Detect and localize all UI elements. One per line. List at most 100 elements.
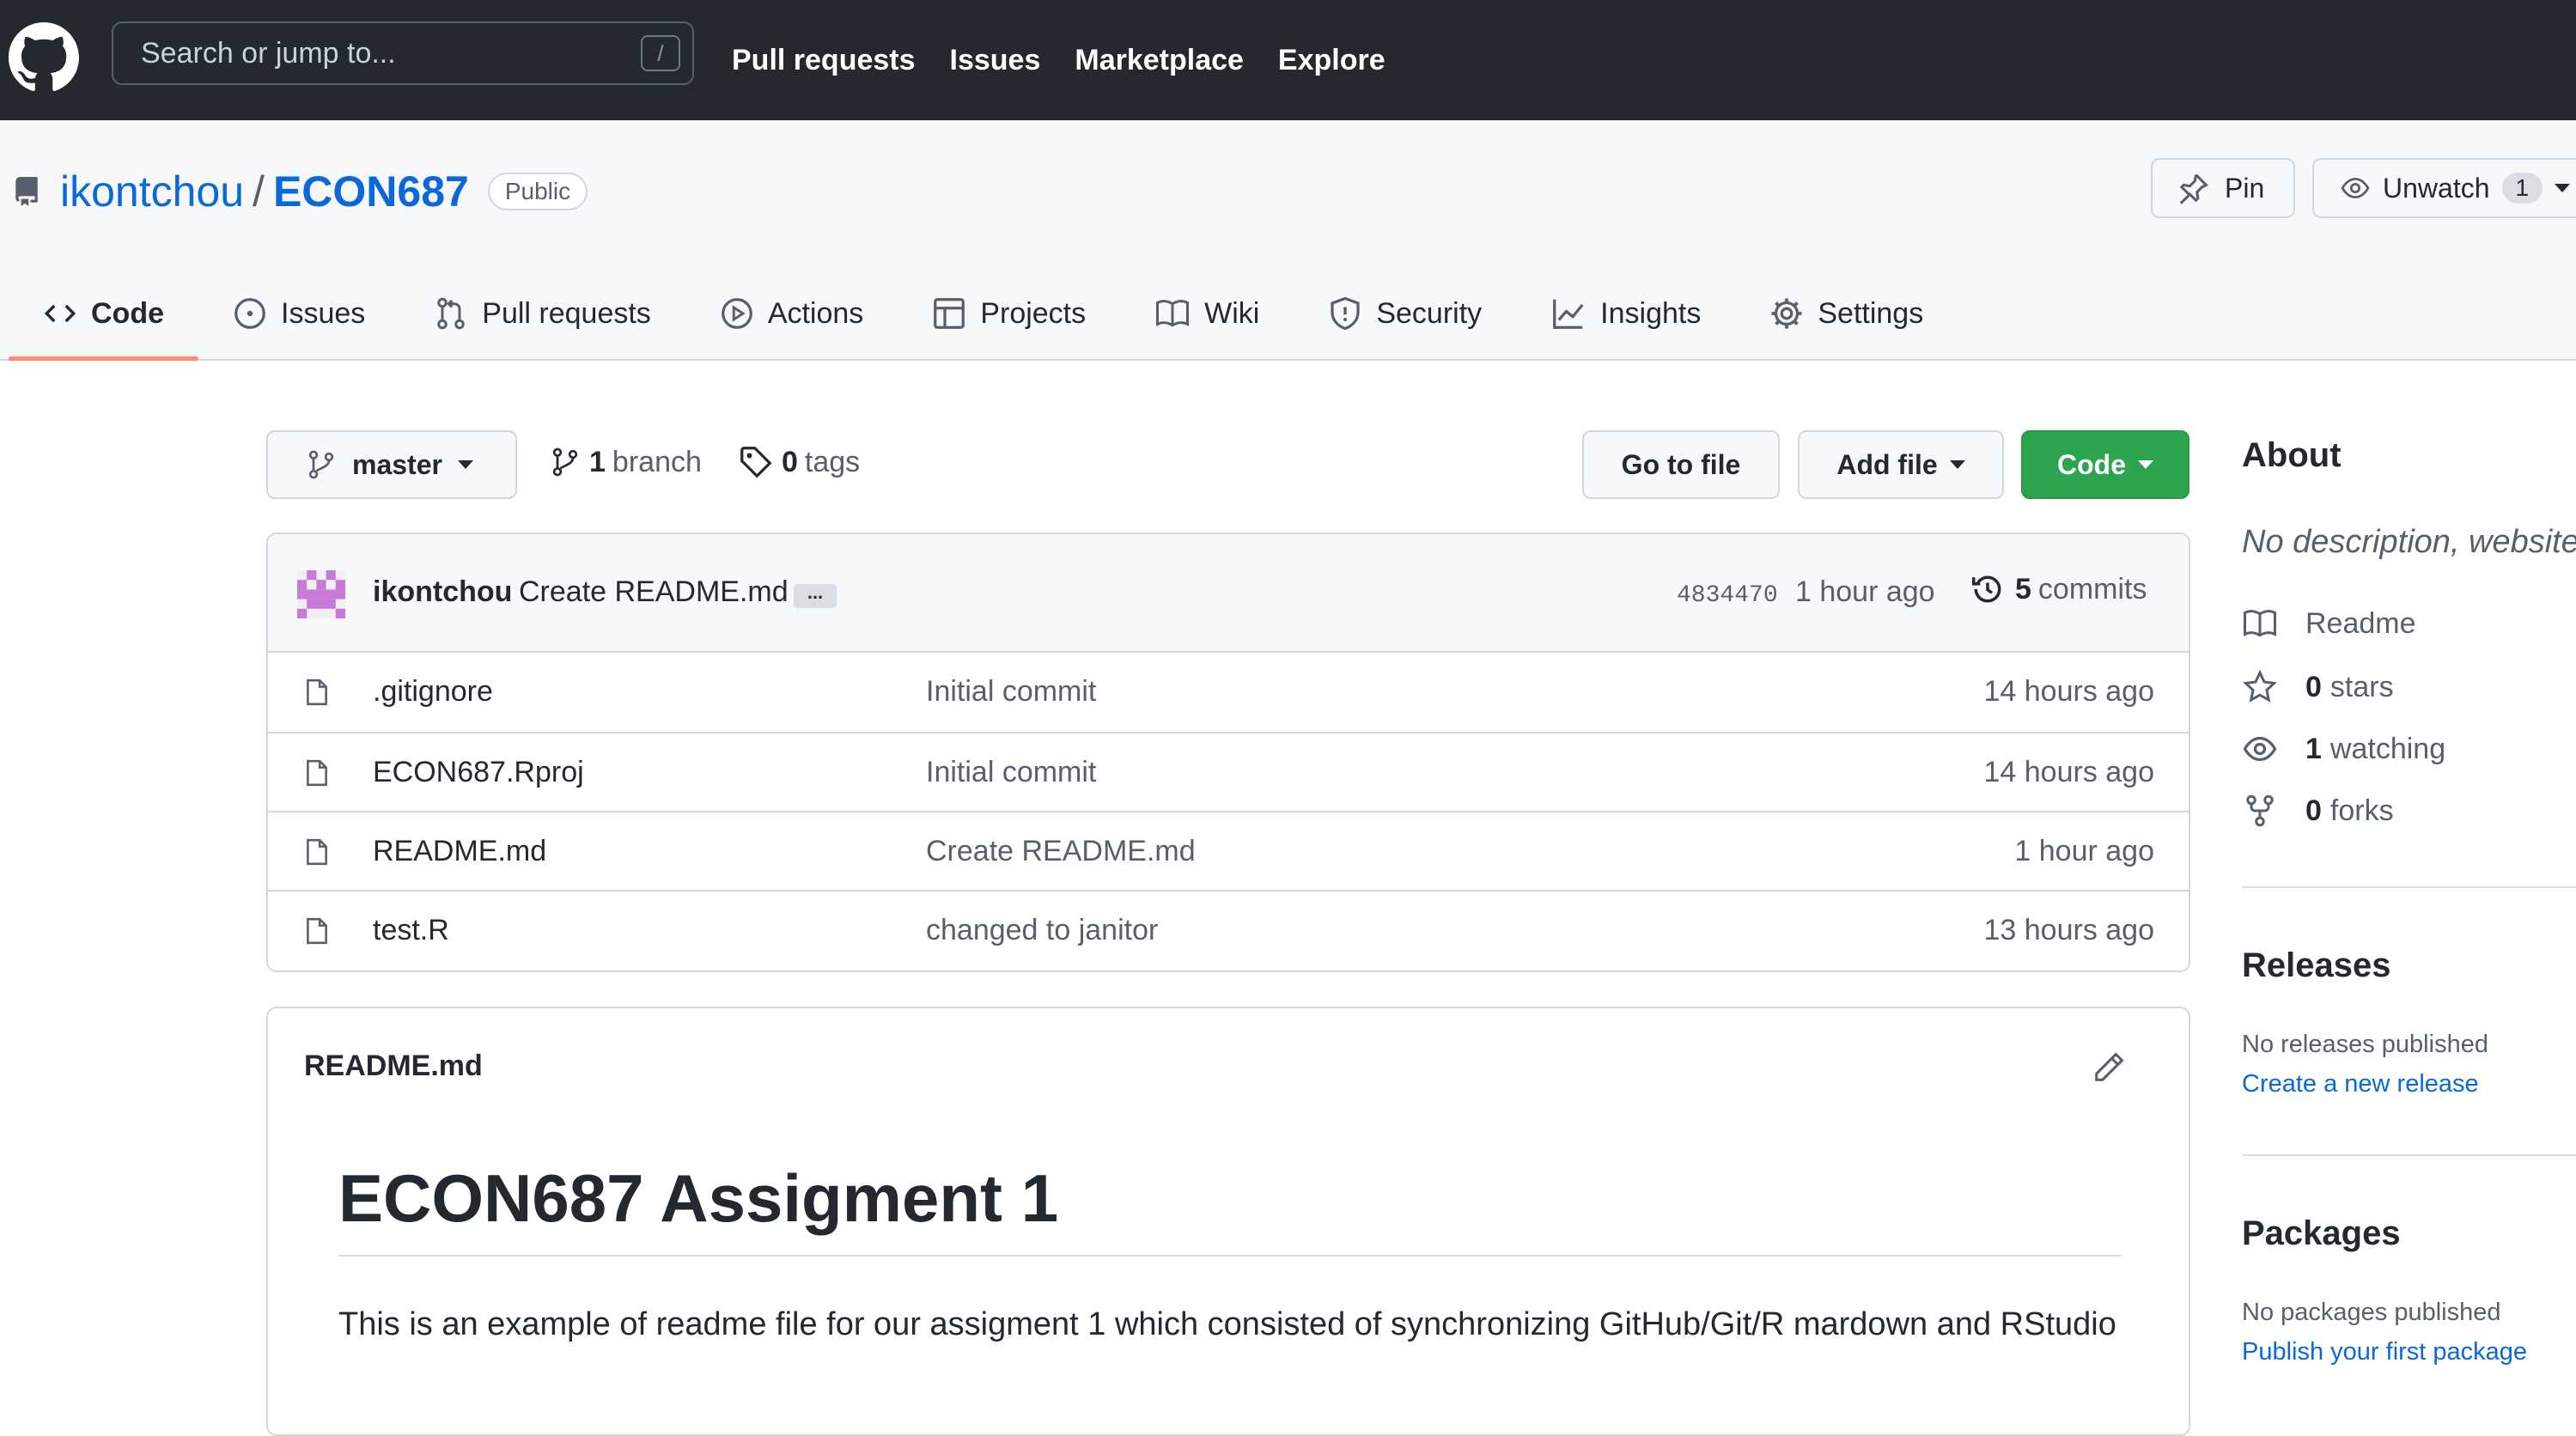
file-commit-message-link[interactable]: changed to janitor xyxy=(926,914,1158,947)
file-commit-message-link[interactable]: Initial commit xyxy=(926,756,1096,789)
readme-paragraph: This is an example of readme file for ou… xyxy=(338,1306,2116,1342)
watching-count: 1 xyxy=(2305,732,2322,765)
branch-count: 1 xyxy=(589,445,606,478)
forks-count: 0 xyxy=(2305,794,2322,827)
watching-link[interactable]: 1 watching xyxy=(2242,732,2445,766)
history-icon xyxy=(1972,575,2001,603)
table-row[interactable]: README.md Create README.md 1 hour ago xyxy=(268,811,2189,890)
chevron-down-icon xyxy=(2138,460,2153,469)
tab-wiki[interactable]: Wiki xyxy=(1120,266,1294,361)
tags-link[interactable]: 0 tags xyxy=(739,445,860,479)
eye-icon xyxy=(2341,177,2370,199)
publish-package-link[interactable]: Publish your first package xyxy=(2242,1338,2527,1366)
repo-name-link[interactable]: ECON687 xyxy=(273,167,469,216)
tab-code-label: Code xyxy=(91,296,164,330)
file-commit-message-link[interactable]: Create README.md xyxy=(926,835,1196,868)
tab-insights-label: Insights xyxy=(1600,296,1702,330)
chevron-down-icon xyxy=(2555,184,2571,192)
tab-code[interactable]: Code xyxy=(9,266,198,361)
forks-link[interactable]: 0 forks xyxy=(2242,794,2394,828)
tab-actions[interactable]: Actions xyxy=(685,266,898,361)
commit-author-link[interactable]: ikontchou xyxy=(373,575,512,609)
tab-wiki-label: Wiki xyxy=(1204,296,1260,330)
star-icon xyxy=(2243,670,2277,703)
chevron-down-icon xyxy=(457,460,473,469)
go-to-file-button[interactable]: Go to file xyxy=(1582,430,1780,499)
tab-settings[interactable]: Settings xyxy=(1735,266,1958,361)
issue-icon xyxy=(234,298,265,329)
branch-word: branch xyxy=(612,445,702,478)
nav-pull-requests[interactable]: Pull requests xyxy=(732,44,916,77)
file-icon xyxy=(307,678,327,706)
global-header: Search or jump to... / Pull requests Iss… xyxy=(0,0,2576,120)
file-commit-time: 13 hours ago xyxy=(1983,914,2155,946)
stars-count: 0 xyxy=(2305,670,2322,703)
code-button[interactable]: Code xyxy=(2021,430,2189,499)
repo-separator: / xyxy=(253,167,265,216)
about-description: No description, website xyxy=(2242,524,2576,560)
file-commit-time: 1 hour ago xyxy=(2014,835,2154,867)
table-row[interactable]: test.R changed to janitor 13 hours ago xyxy=(268,890,2189,969)
table-icon xyxy=(934,298,965,329)
git-branch-icon xyxy=(552,447,578,477)
avatar[interactable] xyxy=(297,570,345,618)
tab-security[interactable]: Security xyxy=(1294,266,1516,361)
file-commit-time: 14 hours ago xyxy=(1983,756,2155,788)
table-row[interactable]: .gitignore Initial commit 14 hours ago xyxy=(268,653,2189,732)
eye-icon xyxy=(2243,736,2277,762)
tab-projects[interactable]: Projects xyxy=(898,266,1120,361)
watching-word: watching xyxy=(2329,732,2446,765)
readme-filename: README.md xyxy=(304,1050,483,1082)
tab-security-label: Security xyxy=(1376,296,1483,330)
commit-message-link[interactable]: Create README.md xyxy=(519,575,789,609)
search-input[interactable]: Search or jump to... / xyxy=(112,21,694,85)
play-icon xyxy=(721,298,752,329)
readme-link-label: Readme xyxy=(2305,606,2416,640)
create-release-link[interactable]: Create a new release xyxy=(2242,1070,2479,1098)
releases-heading[interactable]: Releases xyxy=(2242,946,2390,985)
tab-actions-label: Actions xyxy=(767,296,864,330)
search-placeholder: Search or jump to... xyxy=(141,36,396,70)
visibility-badge: Public xyxy=(487,173,588,210)
releases-note: No releases published xyxy=(2242,1031,2488,1058)
search-shortcut-key: / xyxy=(641,35,680,71)
file-name-link[interactable]: ECON687.Rproj xyxy=(373,756,584,789)
global-nav: Pull requests Issues Marketplace Explore xyxy=(732,0,1420,120)
commit-sha-link[interactable]: 4834470 xyxy=(1677,582,1778,609)
file-name-link[interactable]: .gitignore xyxy=(373,675,493,709)
nav-issues[interactable]: Issues xyxy=(950,44,1041,77)
unwatch-button[interactable]: Unwatch 1 xyxy=(2312,158,2576,218)
file-name-link[interactable]: README.md xyxy=(373,835,546,868)
tab-insights[interactable]: Insights xyxy=(1516,266,1735,361)
branch-select-button[interactable]: master xyxy=(266,430,517,499)
about-heading: About xyxy=(2242,436,2342,474)
file-commit-time: 14 hours ago xyxy=(1983,675,2155,708)
github-logo-icon[interactable] xyxy=(9,22,79,93)
pin-button[interactable]: Pin xyxy=(2151,158,2295,218)
repo-icon xyxy=(15,177,38,206)
code-icon xyxy=(44,304,76,323)
branches-link[interactable]: 1 branch xyxy=(550,445,702,479)
nav-marketplace[interactable]: Marketplace xyxy=(1075,44,1244,77)
readme-link[interactable]: Readme xyxy=(2242,606,2416,641)
shield-icon xyxy=(1331,296,1360,331)
pencil-icon[interactable] xyxy=(2092,1051,2125,1084)
tag-count: 0 xyxy=(782,445,798,478)
tab-pull-requests[interactable]: Pull requests xyxy=(399,266,685,361)
stars-link[interactable]: 0 stars xyxy=(2242,670,2394,704)
commit-expand-button[interactable]: ... xyxy=(794,583,837,608)
tab-issues[interactable]: Issues xyxy=(198,266,399,361)
repo-owner-link[interactable]: ikontchou xyxy=(60,167,244,216)
nav-explore[interactable]: Explore xyxy=(1278,44,1385,77)
forks-word: forks xyxy=(2329,794,2394,827)
code-button-label: Code xyxy=(2057,448,2126,480)
repo-actions: Pin Unwatch 1 xyxy=(2151,158,2576,218)
add-file-button[interactable]: Add file xyxy=(1798,430,2004,499)
commits-link[interactable]: 5 commits xyxy=(1970,572,2147,606)
packages-heading[interactable]: Packages xyxy=(2242,1214,2401,1253)
tag-word: tags xyxy=(804,445,861,478)
file-commit-message-link[interactable]: Initial commit xyxy=(926,675,1096,709)
table-row[interactable]: ECON687.Rproj Initial commit 14 hours ag… xyxy=(268,732,2189,811)
file-name-link[interactable]: test.R xyxy=(373,914,449,947)
sidebar-divider xyxy=(2242,1154,2576,1156)
